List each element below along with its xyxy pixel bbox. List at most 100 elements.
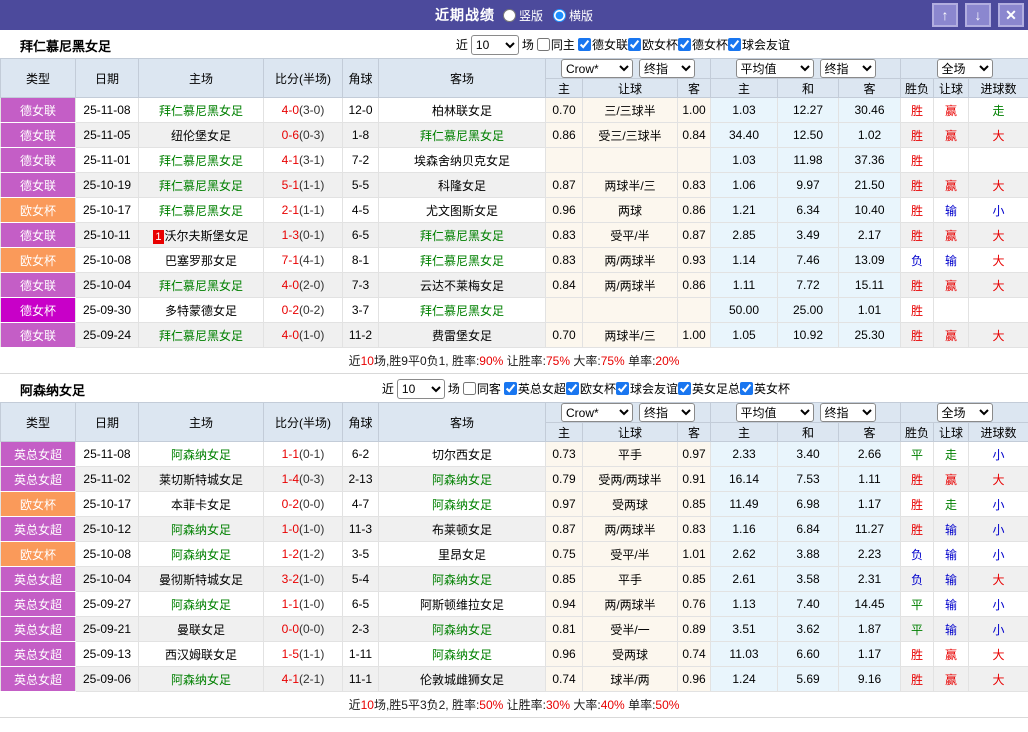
venue-filter[interactable]: 同客 [463,380,501,397]
league-filter[interactable]: 德女杯 [678,36,728,53]
summary-segment: 10 [361,698,374,712]
league-checkbox[interactable] [678,38,691,51]
view-option[interactable]: 横版 [553,7,593,24]
view-radio[interactable] [553,9,566,22]
fulltime-score: 1-0 [282,522,299,536]
summary-segment: 让胜率: [503,696,546,713]
col-header-date: 日期 [76,403,139,442]
league-filter[interactable]: 球会友谊 [616,380,678,397]
home-team-cell: 阿森纳女足 [139,667,264,692]
result-cell: 胜 [901,198,934,223]
subcol-avg-away: 客 [839,423,901,442]
league-checkbox[interactable] [616,382,629,395]
match-count-select[interactable]: 10 [471,35,519,55]
home-team-cell: 拜仁慕尼黑女足 [139,273,264,298]
fulltime-score: 1-4 [282,472,299,486]
avg-away-cell: 1.87 [839,617,901,642]
odds-time-select[interactable]: 终指 [639,403,695,422]
handicap-result-cell: 输 [934,592,969,617]
league-filter[interactable]: 英总女超 [504,380,566,397]
venue-checkbox[interactable] [537,38,550,51]
subcol-odds-away: 客 [678,423,711,442]
avg-select[interactable]: 平均值 [736,59,814,78]
odds-provider-select[interactable]: Crow* [561,403,633,422]
fulltime-score: 0-6 [282,128,299,142]
home-team-cell: 多特蒙德女足 [139,298,264,323]
away-team-name: 费雷堡女足 [432,329,492,343]
move-down-button[interactable]: ↓ [965,3,991,27]
subcol-avg-draw: 和 [778,423,839,442]
goals-result-cell: 大 [969,467,1028,492]
match-row: 英总女超25-09-06阿森纳女足4-1(2-1)11-1伦敦城雌狮女足0.74… [1,667,1028,692]
venue-filter[interactable]: 同主 [537,36,575,53]
home-odds-cell: 0.83 [546,248,583,273]
window-title: 近期战绩 [435,5,495,25]
score-cell: 1-4(0-3) [264,467,343,492]
home-team-cell: 阿森纳女足 [139,542,264,567]
league-checkbox[interactable] [578,38,591,51]
league-checkbox[interactable] [678,382,691,395]
avg-draw-cell: 6.98 [778,492,839,517]
avg-select[interactable]: 平均值 [736,403,814,422]
view-radio[interactable] [503,9,516,22]
match-count-select[interactable]: 10 [397,379,445,399]
move-up-button[interactable]: ↑ [932,3,958,27]
league-filter[interactable]: 球会友谊 [728,36,790,53]
avg-time-select[interactable]: 终指 [820,403,876,422]
handicap-cell [583,148,678,173]
venue-checkbox[interactable] [463,382,476,395]
filter-controls: 近 10 场 同客 英总女超欧女杯球会友谊英女足总英女杯 [382,378,790,399]
summary-segment: 40% [601,698,625,712]
summary-segment: 近 [349,696,361,713]
league-filter[interactable]: 欧女杯 [566,380,616,397]
away-team-name: 里昂女足 [438,548,486,562]
handicap-cell: 两/两球半 [583,592,678,617]
league-checkbox[interactable] [566,382,579,395]
avg-home-cell: 34.40 [711,123,778,148]
match-row: 英总女超25-10-12阿森纳女足1-0(1-0)11-3布莱顿女足0.87两/… [1,517,1028,542]
league-filter[interactable]: 英女杯 [740,380,790,397]
league-checkbox[interactable] [628,38,641,51]
avg-away-cell: 1.02 [839,123,901,148]
handicap-cell: 球半/两 [583,667,678,692]
handicap-result-cell: 输 [934,517,969,542]
close-icon: ✕ [1005,8,1017,22]
handicap-result-cell: 赢 [934,323,969,348]
away-odds-cell: 0.83 [678,517,711,542]
corners-cell: 2-13 [343,467,379,492]
away-odds-cell: 0.87 [678,223,711,248]
result-cell: 胜 [901,642,934,667]
close-button[interactable]: ✕ [998,3,1024,27]
league-filter[interactable]: 德女联 [578,36,628,53]
away-team-name: 拜仁慕尼黑女足 [420,304,504,318]
odds-time-select[interactable]: 终指 [639,59,695,78]
result-cell: 胜 [901,323,934,348]
view-option[interactable]: 竖版 [503,7,543,24]
league-checkbox[interactable] [740,382,753,395]
handicap-cell: 受两球 [583,642,678,667]
fulltime-score: 0-2 [282,303,299,317]
avg-time-select[interactable]: 终指 [820,59,876,78]
goals-result-cell: 小 [969,542,1028,567]
summary-segment: 场,胜5平3负2, 胜率: [374,696,479,713]
titlebar-center: 近期战绩 竖版横版 [0,5,1028,25]
league-checkbox[interactable] [728,38,741,51]
result-cell: 胜 [901,667,934,692]
col-header-away: 客场 [379,403,546,442]
corners-cell: 7-2 [343,148,379,173]
league-filter[interactable]: 英女足总 [678,380,740,397]
scope-select[interactable]: 全场 [937,403,993,422]
odds-provider-select[interactable]: Crow* [561,59,633,78]
league-checkbox[interactable] [504,382,517,395]
venue-filter-label: 同客 [477,380,501,397]
handicap-cell: 两/两球半 [583,248,678,273]
scope-select[interactable]: 全场 [937,59,993,78]
league-type-cell: 英总女超 [1,642,76,667]
league-filter[interactable]: 欧女杯 [628,36,678,53]
away-odds-cell: 0.91 [678,467,711,492]
goals-result-cell: 大 [969,223,1028,248]
handicap-cell: 受平/半 [583,223,678,248]
avg-home-cell: 16.14 [711,467,778,492]
league-type-cell: 德女联 [1,148,76,173]
league-filter-label: 德女杯 [692,36,728,53]
